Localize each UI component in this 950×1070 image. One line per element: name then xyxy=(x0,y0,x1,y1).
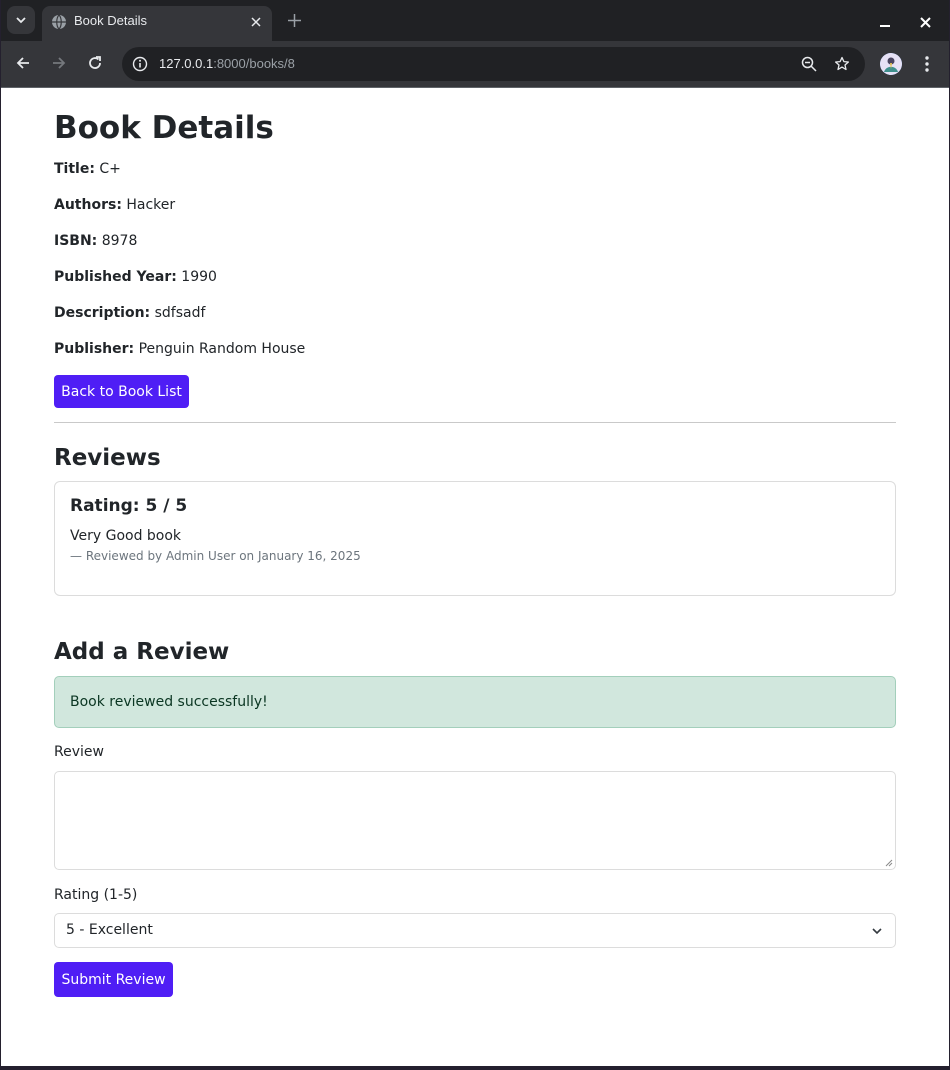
page-viewport: Book Details Title: C+ Authors: Hacker I… xyxy=(1,88,949,1066)
zoom-out-icon xyxy=(801,56,817,72)
reload-button[interactable] xyxy=(84,52,106,74)
detail-published-year: Published Year: 1990 xyxy=(54,269,217,285)
rating-select-value: 5 - Excellent xyxy=(66,922,153,938)
detail-title: Title: C+ xyxy=(54,161,121,177)
detail-label: Title: xyxy=(54,161,95,177)
review-card: Rating: 5 / 5 Very Good book — Reviewed … xyxy=(54,481,896,596)
rating-field-label: Rating (1-5) xyxy=(54,887,138,903)
detail-label: Published Year: xyxy=(54,269,177,285)
profile-avatar[interactable] xyxy=(880,53,902,75)
detail-value: sdfsadf xyxy=(154,305,206,321)
detail-value: C+ xyxy=(99,161,121,177)
rating-select[interactable]: 5 - Excellent xyxy=(54,913,896,948)
new-tab-button[interactable] xyxy=(284,10,304,30)
window-minimize-button[interactable] xyxy=(875,12,895,32)
url-text: 127.0.0.1:8000/books/8 xyxy=(159,56,295,71)
detail-publisher: Publisher: Penguin Random House xyxy=(54,341,305,357)
review-text: Very Good book xyxy=(70,528,182,544)
more-vertical-icon xyxy=(925,56,929,72)
avatar-icon xyxy=(880,53,902,75)
close-icon xyxy=(251,17,261,27)
tab-search-button[interactable] xyxy=(7,6,35,34)
minimize-icon xyxy=(880,25,890,27)
detail-label: Description: xyxy=(54,305,151,321)
review-textarea[interactable] xyxy=(54,771,896,870)
bookmark-button[interactable] xyxy=(832,54,852,74)
detail-value: 8978 xyxy=(101,233,138,249)
tab-strip: Book Details xyxy=(1,0,949,41)
reload-icon xyxy=(89,56,101,69)
detail-isbn: ISBN: 8978 xyxy=(54,233,137,249)
globe-icon xyxy=(52,14,66,30)
forward-button[interactable] xyxy=(48,52,70,74)
add-review-heading: Add a Review xyxy=(54,639,230,665)
back-button[interactable] xyxy=(12,52,34,74)
detail-description: Description: sdfsadf xyxy=(54,305,205,321)
detail-value: Hacker xyxy=(126,197,176,213)
browser-window: Book Details 127.0.0.1:8000/books/8 Book… xyxy=(1,0,949,1066)
review-field-label: Review xyxy=(54,744,104,760)
page-title: Book Details xyxy=(54,110,274,146)
arrow-left-icon xyxy=(16,57,29,69)
browser-menu-button[interactable] xyxy=(917,53,937,75)
star-icon xyxy=(834,56,850,71)
reviews-heading: Reviews xyxy=(54,445,161,471)
section-divider xyxy=(54,422,896,423)
close-icon xyxy=(919,16,931,28)
browser-tab-active[interactable]: Book Details xyxy=(42,6,272,41)
tab-close-button[interactable] xyxy=(248,14,264,30)
resize-grip-icon[interactable] xyxy=(884,858,893,867)
success-alert-text: Book reviewed successfully! xyxy=(70,694,268,710)
window-close-button[interactable] xyxy=(915,12,935,32)
address-bar[interactable]: 127.0.0.1:8000/books/8 xyxy=(122,47,865,81)
url-path: :8000/books/8 xyxy=(213,56,295,71)
arrow-right-icon xyxy=(53,57,66,69)
review-meta: — Reviewed by Admin User on January 16, … xyxy=(70,549,361,563)
review-rating: Rating: 5 / 5 xyxy=(70,496,188,516)
success-alert: Book reviewed successfully! xyxy=(54,676,896,728)
chevron-down-icon xyxy=(872,928,882,935)
zoom-button[interactable] xyxy=(800,55,818,73)
browser-toolbar: 127.0.0.1:8000/books/8 xyxy=(1,41,949,88)
detail-value: Penguin Random House xyxy=(138,341,306,357)
detail-label: Publisher: xyxy=(54,341,135,357)
detail-authors: Authors: Hacker xyxy=(54,197,175,213)
info-icon xyxy=(132,56,148,72)
url-host: 127.0.0.1 xyxy=(159,56,214,71)
chevron-down-icon xyxy=(16,17,26,24)
detail-label: ISBN: xyxy=(54,233,98,249)
site-info-button[interactable] xyxy=(130,54,150,74)
tab-title: Book Details xyxy=(74,13,147,28)
submit-review-button[interactable]: Submit Review xyxy=(54,962,173,997)
plus-icon xyxy=(287,13,301,27)
back-to-book-list-button[interactable]: Back to Book List xyxy=(54,375,189,408)
detail-label: Authors: xyxy=(54,197,122,213)
detail-value: 1990 xyxy=(181,269,217,285)
